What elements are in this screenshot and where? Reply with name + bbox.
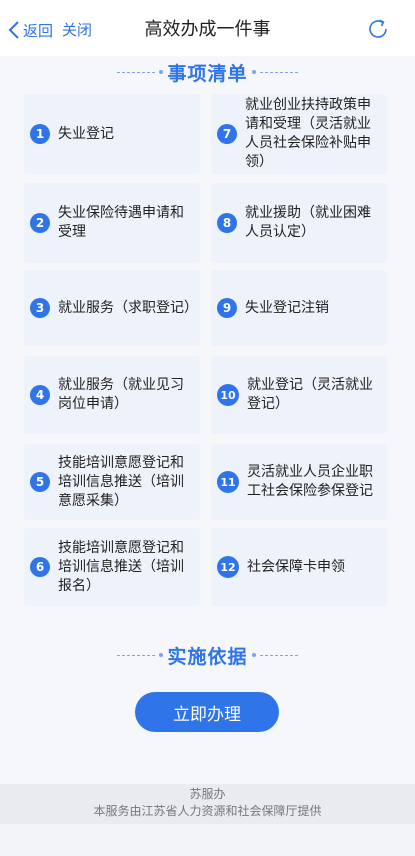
item-label: 失业保险待遇申请和受理 [58, 205, 184, 240]
list-item-2[interactable]: 2 失业保险待遇申请和受理 [24, 183, 200, 263]
list-item-9[interactable]: 9 失业登记注销 [211, 270, 387, 346]
footer: 苏服办 本服务由江苏省人力资源和社会保障厅提供 [0, 784, 415, 824]
divider [117, 654, 156, 656]
item-label: 灵活就业人员企业职工社会保险参保登记 [247, 464, 373, 499]
item-label: 技能培训意愿登记和培训信息推送（培训意愿采集） [58, 454, 184, 509]
list-item-4[interactable]: 4 就业服务（就业见习岗位申请） [24, 356, 200, 434]
basis-title-text: 实施依据 [167, 645, 248, 668]
number-badge: 10 [217, 384, 239, 406]
chevron-left-icon [8, 21, 19, 39]
list-item-3[interactable]: 3 就业服务（求职登记） [24, 270, 200, 346]
list-item-12[interactable]: 12 社会保障卡申领 [211, 528, 387, 606]
item-label: 技能培训意愿登记和培训信息推送（培训报名） [58, 539, 184, 594]
divider-dot [159, 653, 164, 657]
basis-section-title: 实施依据 [0, 640, 415, 670]
items-title-text: 事项清单 [167, 62, 248, 85]
close-button[interactable]: 关闭 [62, 19, 92, 41]
handle-now-button[interactable]: 立即办理 [135, 692, 279, 732]
number-badge: 8 [217, 213, 237, 233]
number-badge: 7 [217, 124, 237, 144]
divider-dot [159, 70, 164, 74]
item-label: 社会保障卡申领 [247, 558, 345, 575]
item-label: 就业服务（就业见习岗位申请） [58, 377, 184, 412]
list-item-10[interactable]: 10 就业登记（灵活就业登记） [211, 356, 387, 434]
item-label: 就业服务（求职登记） [58, 299, 198, 316]
item-label: 失业登记注销 [245, 299, 329, 316]
item-label: 就业援助（就业困难人员认定） [245, 205, 371, 240]
divider [259, 71, 298, 73]
list-item-11[interactable]: 11 灵活就业人员企业职工社会保险参保登记 [211, 444, 387, 520]
list-item-8[interactable]: 8 就业援助（就业困难人员认定） [211, 183, 387, 263]
back-label: 返回 [23, 21, 54, 40]
number-badge: 4 [30, 385, 50, 405]
item-label: 就业登记（灵活就业登记） [247, 377, 373, 412]
number-badge: 6 [30, 557, 50, 577]
list-item-7[interactable]: 7 就业创业扶持政策申请和受理（灵活就业人员社会保险补贴申领） [211, 94, 387, 174]
list-item-6[interactable]: 6 技能培训意愿登记和培训信息推送（培训报名） [24, 528, 200, 606]
divider [117, 71, 156, 73]
refresh-icon[interactable] [366, 17, 390, 41]
item-label: 失业登记 [58, 125, 114, 142]
number-badge: 9 [217, 298, 237, 318]
divider-dot [251, 70, 256, 74]
navbar: 返回 关闭 高效办成一件事 [0, 0, 415, 56]
number-badge: 12 [217, 556, 239, 578]
list-item-1[interactable]: 1 失业登记 [24, 94, 200, 174]
list-item-5[interactable]: 5 技能培训意愿登记和培训信息推送（培训意愿采集） [24, 444, 200, 520]
back-button[interactable]: 返回 [8, 19, 53, 41]
number-badge: 5 [30, 472, 50, 492]
number-badge: 1 [30, 124, 50, 144]
number-badge: 3 [30, 298, 50, 318]
item-label: 就业创业扶持政策申请和受理（灵活就业人员社会保险补贴申领） [245, 97, 371, 170]
divider [259, 654, 298, 656]
footer-provider: 本服务由江苏省人力资源和社会保障厅提供 [93, 804, 322, 818]
bottom-strip [0, 824, 415, 856]
items-section-title: 事项清单 [0, 57, 415, 87]
number-badge: 11 [217, 471, 239, 493]
number-badge: 2 [30, 213, 50, 233]
footer-brand: 苏服办 [189, 787, 226, 801]
divider-dot [251, 653, 256, 657]
